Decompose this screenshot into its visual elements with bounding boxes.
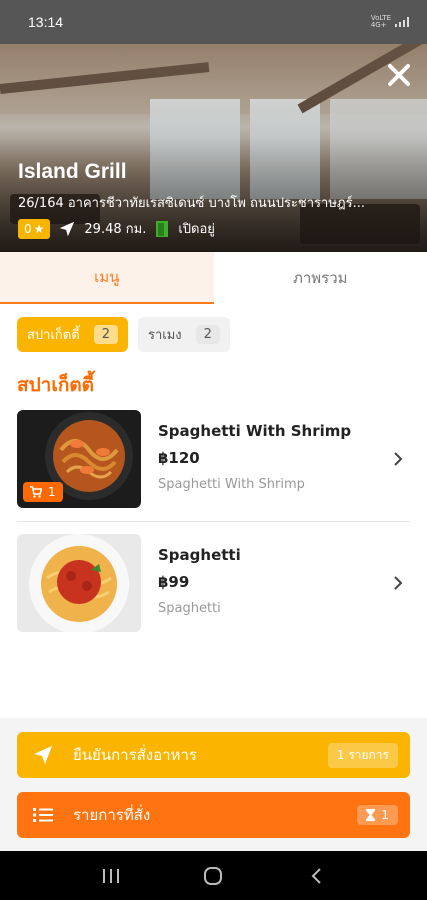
menu-item-description: Spaghetti <box>158 601 221 616</box>
ordered-items-button[interactable]: รายการที่สั่ง 1 <box>17 792 410 838</box>
shrimp-pasta-photo: 1 <box>17 410 141 508</box>
cart-icon <box>30 486 42 498</box>
rating-badge: 0 ★ <box>18 218 51 239</box>
category-label: ราเมง <box>147 328 182 343</box>
restaurant-address: 26/164 อาคารชีวาทัยเรสซิเดนซ์ บางโพ ถนนป… <box>18 196 366 211</box>
tab-overview[interactable]: ภาพรวม <box>214 252 427 304</box>
menu-item-name: Spaghetti With Shrimp <box>158 422 352 440</box>
list-icon <box>33 808 53 822</box>
recent-apps-icon <box>103 868 120 883</box>
close-icon <box>388 64 410 86</box>
restaurant-cover-image: Island Grill 26/164 อาคารชีวาทัยเรสซิเดน… <box>0 44 427 252</box>
restaurant-meta: 0 ★ 29.48 กม. เปิดอยู่ <box>18 218 215 239</box>
confirm-order-count: 1 รายการ <box>327 742 398 768</box>
menu-item-spaghetti[interactable]: Spaghetti ฿99 Spaghetti <box>17 534 410 634</box>
menu-item-spaghetti-with-shrimp[interactable]: 1 Spaghetti With Shrimp ฿120 Spaghetti W… <box>17 410 410 510</box>
home-button[interactable] <box>201 864 225 888</box>
menu-item-info: Spaghetti ฿99 Spaghetti <box>158 534 410 634</box>
navigation-arrow-icon <box>60 221 75 236</box>
network-indicator: VoLTE 4G+ <box>371 15 391 29</box>
category-label: สปาเก็ตตี้ <box>27 328 80 343</box>
menu-item-price: ฿99 <box>158 573 190 591</box>
network-label-bottom: 4G+ <box>370 21 387 29</box>
hourglass-icon <box>366 809 376 821</box>
category-chip-ramen[interactable]: ราเมง 2 <box>137 317 230 352</box>
section-title: สปาเก็ตตี้ <box>17 374 95 396</box>
cart-quantity-badge: 1 <box>23 482 63 502</box>
category-chips: สปาเก็ตตี้ 2 ราเมง 2 <box>17 317 230 352</box>
send-icon <box>34 746 52 764</box>
confirm-order-label: ยืนยันการสั่งอาหาร <box>73 746 197 764</box>
menu-divider <box>17 521 410 522</box>
spaghetti-photo <box>17 534 141 632</box>
rating-value: 0 <box>24 221 32 236</box>
menu-item-description: Spaghetti With Shrimp <box>158 477 305 492</box>
tab-menu[interactable]: เมนู <box>0 252 214 304</box>
system-navigation-bar <box>0 851 427 900</box>
home-icon <box>204 866 223 885</box>
status-bar: 13:14 VoLTE 4G+ <box>0 0 427 44</box>
menu-item-info: Spaghetti With Shrimp ฿120 Spaghetti Wit… <box>158 410 410 510</box>
star-icon: ★ <box>33 221 45 236</box>
chevron-right-icon <box>394 576 403 590</box>
status-time: 13:14 <box>28 14 64 30</box>
open-status: เปิดอยู่ <box>178 222 215 237</box>
signal-icon <box>395 17 409 27</box>
restaurant-distance: 29.48 กม. <box>84 222 147 237</box>
ordered-items-count-badge: 1 <box>357 805 398 825</box>
category-count: 2 <box>195 325 220 344</box>
menu-item-name: Spaghetti <box>158 546 241 564</box>
status-icons: VoLTE 4G+ <box>371 15 409 29</box>
detail-tabs: เมนู ภาพรวม <box>0 252 427 304</box>
close-button[interactable] <box>385 62 413 90</box>
back-arrow-icon <box>311 867 321 884</box>
recent-apps-button[interactable] <box>99 864 123 888</box>
chevron-right-icon <box>394 452 403 466</box>
confirm-order-button[interactable]: ยืนยันการสั่งอาหาร 1 รายการ <box>17 732 410 778</box>
ordered-items-count: 1 <box>381 808 389 822</box>
back-button[interactable] <box>304 864 328 888</box>
category-count: 2 <box>93 325 118 344</box>
menu-item-price: ฿120 <box>158 449 200 467</box>
restaurant-name: Island Grill <box>18 160 127 183</box>
cart-quantity: 1 <box>48 485 56 499</box>
category-chip-spaghetti[interactable]: สปาเก็ตตี้ 2 <box>17 317 128 352</box>
door-open-icon <box>156 220 169 237</box>
ordered-items-label: รายการที่สั่ง <box>73 806 151 824</box>
